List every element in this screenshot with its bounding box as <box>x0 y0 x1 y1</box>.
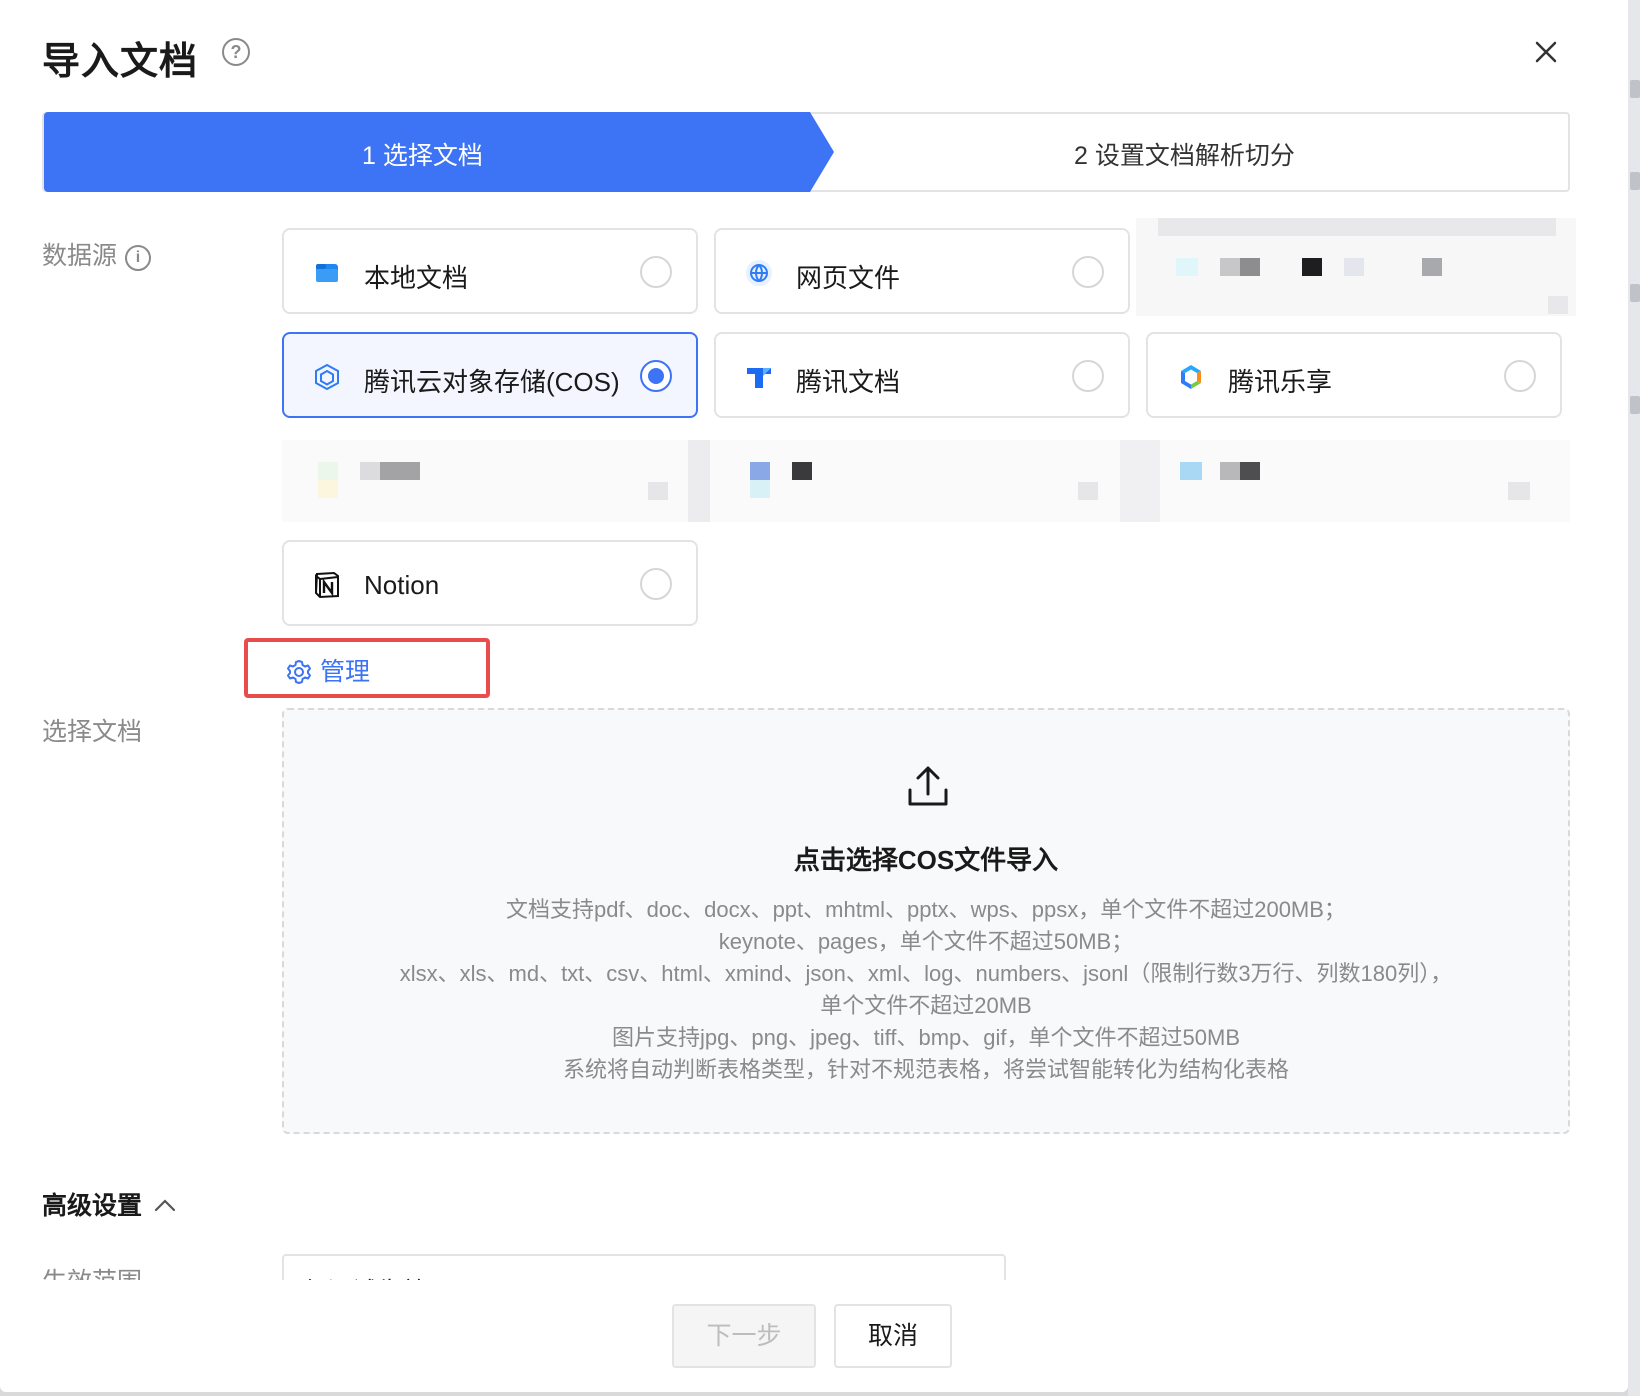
advanced-settings-label: 高级设置 <box>42 1192 143 1220</box>
upload-title: 点击选择COS文件导入 <box>793 845 1059 875</box>
next-step-button[interactable]: 下一步 <box>672 1304 816 1368</box>
source-option-tencent-lexiang[interactable]: 腾讯乐享 <box>1146 332 1562 418</box>
effective-scope-row: 生效范围 仅调试生效 <box>0 1254 1628 1280</box>
effective-scope-label: 生效范围 <box>42 1262 142 1280</box>
data-source-label: 数据源 i <box>42 236 152 272</box>
effective-scope-value: 仅调试生效 <box>302 1272 427 1280</box>
steps-bar: 1 选择文档 2 设置文档解析切分 <box>42 112 1570 192</box>
source-option-label: 本地文档 <box>364 263 469 293</box>
upload-icon <box>908 766 948 806</box>
blurred-source-option <box>688 440 1128 522</box>
manage-link[interactable]: 管理 <box>286 652 370 688</box>
cos-cube-icon <box>315 363 339 391</box>
import-document-dialog: 导入文档 ? 1 选择文档 2 设置文档解析切分 数据源i 本地文档 网页文件 <box>0 0 1628 1392</box>
source-option-label: 腾讯文档 <box>796 367 901 397</box>
background-page-edge <box>1628 0 1640 1396</box>
radio-button[interactable] <box>1504 360 1536 392</box>
blurred-source-option <box>1136 218 1576 316</box>
effective-scope-select[interactable]: 仅调试生效 <box>282 1254 1006 1280</box>
blurred-source-option <box>282 440 698 522</box>
globe-icon <box>746 260 772 286</box>
source-option-cos[interactable]: 腾讯云对象存储(COS) <box>282 332 698 418</box>
select-doc-label: 选择文档 <box>42 718 143 746</box>
upload-description: 文档支持pdf、doc、docx、ppt、mhtml、pptx、wps、ppsx… <box>284 894 1568 1086</box>
source-option-tencent-docs[interactable]: 腾讯文档 <box>714 332 1130 418</box>
tencent-lexiang-icon <box>1181 365 1201 389</box>
source-option-label: 腾讯乐享 <box>1228 367 1333 397</box>
upload-dropzone[interactable]: 点击选择COS文件导入 文档支持pdf、doc、docx、ppt、mhtml、p… <box>282 708 1570 1134</box>
source-option-label: Notion <box>364 570 440 600</box>
source-option-notion[interactable]: Notion <box>282 540 698 626</box>
step-2-label: 2 设置文档解析切分 <box>1074 142 1295 170</box>
radio-button-selected[interactable] <box>640 360 672 392</box>
radio-button[interactable] <box>1072 360 1104 392</box>
upload-desc-line: xlsx、xls、md、txt、csv、html、xmind、json、xml、… <box>399 961 1453 986</box>
cancel-button[interactable]: 取消 <box>834 1304 952 1368</box>
tencent-docs-icon <box>747 368 771 388</box>
radio-button[interactable] <box>640 568 672 600</box>
radio-button[interactable] <box>640 256 672 288</box>
advanced-settings-toggle[interactable]: 高级设置 <box>42 1186 176 1222</box>
chevron-up-icon <box>154 1199 176 1212</box>
question-circle-icon[interactable]: ? <box>222 38 250 66</box>
manage-highlight-box: 管理 <box>244 638 490 698</box>
upload-desc-line: 单个文件不超过20MB <box>820 993 1032 1018</box>
upload-desc-line: 文档支持pdf、doc、docx、ppt、mhtml、pptx、wps、ppsx… <box>506 897 1346 922</box>
folder-icon <box>316 264 338 282</box>
close-icon[interactable] <box>1530 36 1562 68</box>
gear-icon <box>287 660 311 684</box>
info-circle-icon[interactable]: i <box>125 245 152 271</box>
source-option-label: 腾讯云对象存储(COS) <box>364 367 620 397</box>
dialog-title: 导入文档 <box>42 41 199 83</box>
radio-button[interactable] <box>1072 256 1104 288</box>
step-1-label: 1 选择文档 <box>362 142 483 170</box>
source-option-local[interactable]: 本地文档 <box>282 228 698 314</box>
manage-label: 管理 <box>320 658 371 686</box>
blurred-source-option <box>1120 440 1570 522</box>
upload-desc-line: 图片支持jpg、png、jpeg、tiff、bmp、gif，单个文件不超过50M… <box>612 1025 1240 1050</box>
source-option-label: 网页文件 <box>796 263 901 293</box>
notion-icon <box>314 571 339 599</box>
upload-desc-line: keynote、pages，单个文件不超过50MB； <box>718 929 1134 954</box>
upload-desc-line: 系统将自动判断表格类型，针对不规范表格，将尝试智能转化为结构化表格 <box>562 1057 1289 1082</box>
source-option-web[interactable]: 网页文件 <box>714 228 1130 314</box>
